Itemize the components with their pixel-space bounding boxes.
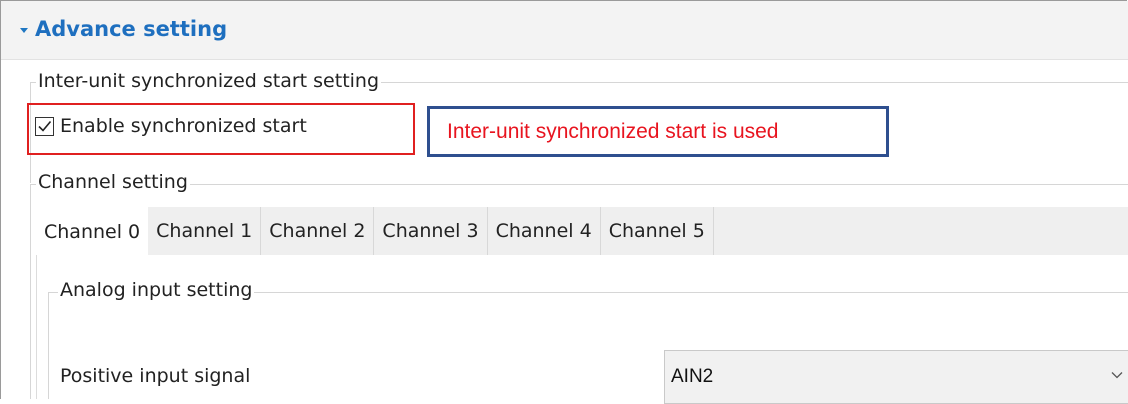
expand-triangle-icon[interactable] — [20, 28, 28, 33]
channel-setting-group-label: Channel setting — [36, 171, 190, 193]
section-title[interactable]: Advance setting — [35, 17, 227, 41]
analog-input-group-label: Analog input setting — [58, 279, 255, 301]
tab-channel-3[interactable]: Channel 3 — [374, 207, 488, 255]
checkbox-highlight-box — [27, 103, 415, 155]
chevron-down-icon[interactable] — [1111, 371, 1123, 379]
positive-input-signal-label: Positive input signal — [60, 365, 251, 387]
positive-input-signal-select[interactable]: AIN2 — [664, 350, 1128, 404]
annotation-text: Inter-unit synchronized start is used — [447, 119, 779, 143]
tab-channel-5[interactable]: Channel 5 — [601, 207, 714, 255]
positive-input-signal-value: AIN2 — [671, 366, 714, 387]
tab-channel-2[interactable]: Channel 2 — [261, 207, 375, 255]
tab-channel-4[interactable]: Channel 4 — [488, 207, 601, 255]
annotation-callout: Inter-unit synchronized start is used — [427, 106, 889, 157]
tab-channel-1[interactable]: Channel 1 — [148, 207, 262, 255]
advance-setting-header[interactable]: Advance setting — [1, 1, 1128, 60]
channel-tab-strip: Channel 0 Channel 1 Channel 2 Channel 3 … — [36, 207, 1128, 256]
sync-start-group-label: Inter-unit synchronized start setting — [36, 70, 382, 92]
tab-channel-0[interactable]: Channel 0 — [36, 207, 149, 256]
